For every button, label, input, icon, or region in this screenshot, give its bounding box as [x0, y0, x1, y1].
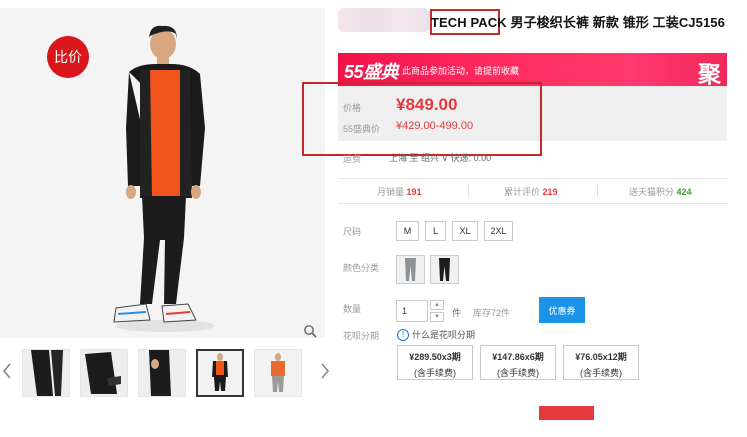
size-option-l[interactable]: L [425, 221, 446, 241]
compare-price-badge[interactable]: 比价 [47, 36, 89, 78]
installment-plan-3[interactable]: ¥289.50x3期 (含手续费) [397, 345, 473, 380]
quantity-unit: 件 [452, 308, 462, 318]
stats-divider [597, 185, 598, 197]
color-label: 颜色分类 [343, 263, 380, 273]
installment-plan-12[interactable]: ¥76.05x12期 (含手续费) [563, 345, 639, 380]
price-highlight-box [302, 82, 542, 156]
shipping-label: 运费 [343, 154, 362, 164]
plan-amount: ¥147.86x6期 [492, 352, 544, 362]
size-label: 尺码 [343, 227, 362, 237]
plan-amount: ¥76.05x12期 [575, 352, 627, 362]
plan-fee: (含手续费) [414, 368, 456, 378]
thumbnail-strip [0, 345, 335, 400]
main-product-image[interactable]: 比价 [0, 8, 325, 338]
thumbnail-1[interactable] [22, 349, 70, 397]
stats-divider [468, 185, 469, 197]
quantity-input[interactable]: 1 [396, 300, 428, 322]
thumbnail-5[interactable] [254, 349, 302, 397]
monthly-sales-value: 191 [406, 187, 422, 197]
installment-plan-6[interactable]: ¥147.86x6期 (含手续费) [480, 345, 556, 380]
product-title-row: TECH PACK 男子梭织长裤 新款 锥形 工装CJ5156 [338, 6, 747, 36]
total-reviews[interactable]: 累计评价 219 [504, 185, 558, 198]
thumbnail-3[interactable] [138, 349, 186, 397]
installment-help-link[interactable]: ! 什么是花呗分期 [397, 328, 475, 341]
sales-stats-bar: 月销量 191 累计评价 219 送天猫积分 424 [338, 178, 727, 204]
blurred-brand-area [338, 8, 430, 32]
coupon-button[interactable]: 优惠券 [539, 297, 585, 323]
installment-label: 花呗分期 [343, 331, 380, 341]
promo-text: 此商品参加活动，请提前收藏 [402, 66, 520, 76]
zoom-icon[interactable] [300, 321, 320, 338]
quantity-increase-icon[interactable]: ▲ [430, 300, 444, 310]
reviews-value: 219 [542, 187, 558, 197]
chevron-left-icon[interactable] [0, 359, 14, 383]
thumbnail-2[interactable] [80, 349, 128, 397]
plan-amount: ¥289.50x3期 [409, 352, 461, 362]
buy-button-partial[interactable] [539, 406, 594, 420]
color-option-grey[interactable] [396, 255, 425, 284]
promo-logo: 55盛典 [344, 62, 399, 82]
color-option-black[interactable] [430, 255, 459, 284]
monthly-sales: 月销量 191 [377, 185, 422, 198]
size-option-m[interactable]: M [396, 221, 419, 241]
quantity-decrease-icon[interactable]: ▼ [430, 312, 444, 322]
chevron-right-icon[interactable] [318, 359, 332, 383]
monthly-sales-label: 月销量 [377, 187, 405, 197]
installment-help-text: 什么是花呗分期 [412, 330, 476, 340]
shipping-info[interactable]: 上海 至 绍兴 ∨ 快递: 0.00 [389, 151, 491, 164]
question-icon: ! [397, 328, 409, 341]
plan-fee: (含手续费) [497, 368, 539, 378]
points-value: 424 [676, 187, 692, 197]
quantity-label: 数量 [343, 304, 362, 314]
promo-juhuasuan-mark: 聚 [698, 61, 721, 86]
stock-text: 库存72件 [473, 308, 511, 318]
thumbnail-4-selected[interactable] [196, 349, 244, 397]
reviews-label: 累计评价 [504, 187, 541, 197]
size-option-2xl[interactable]: 2XL [484, 221, 513, 241]
product-title: TECH PACK 男子梭织长裤 新款 锥形 工装CJ5156 [431, 15, 725, 30]
size-option-xl[interactable]: XL [452, 221, 478, 241]
points-label: 送天猫积分 [629, 187, 675, 197]
plan-fee: (含手续费) [580, 368, 622, 378]
tmall-points: 送天猫积分 424 [629, 185, 692, 198]
